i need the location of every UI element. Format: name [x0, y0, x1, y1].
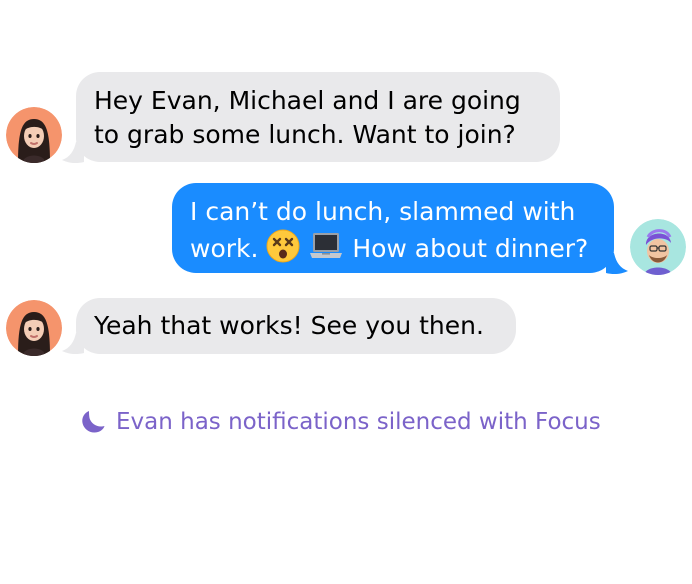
dizzy-face-emoji-icon	[266, 229, 300, 263]
woman-memoji-icon	[6, 107, 62, 163]
incoming-message-bubble[interactable]: Yeah that works! See you then.	[76, 298, 516, 354]
outgoing-message-bubble[interactable]: I can’t do lunch, slammed with work. How…	[172, 183, 614, 273]
laptop-emoji-icon	[310, 233, 343, 258]
focus-notice: Evan has notifications silenced with Foc…	[80, 405, 601, 439]
woman-memoji-icon	[6, 300, 62, 356]
man-purple-hair-memoji-icon	[630, 219, 686, 275]
incoming-message-bubble[interactable]: Hey Evan, Michael and I are going to gra…	[76, 72, 560, 162]
moon-icon	[82, 411, 105, 433]
outgoing-bubble-tail	[606, 253, 628, 275]
sender-avatar[interactable]	[630, 219, 686, 275]
message-text-fragment: How about dinner?	[352, 234, 589, 263]
message-text-fragment: work.	[190, 234, 259, 263]
message-text-line: I can’t do lunch, slammed with	[190, 197, 576, 226]
sender-avatar[interactable]	[6, 300, 62, 356]
message-text-line: work. How about dinner?	[190, 229, 596, 266]
message-text-line: Hey Evan, Michael and I are going	[94, 86, 521, 115]
focus-notice-text: Evan has notifications silenced with Foc…	[116, 409, 601, 435]
message-text-line: Yeah that works! See you then.	[94, 311, 484, 340]
message-text-line: to grab some lunch. Want to join?	[94, 120, 516, 149]
sender-avatar[interactable]	[6, 107, 62, 163]
